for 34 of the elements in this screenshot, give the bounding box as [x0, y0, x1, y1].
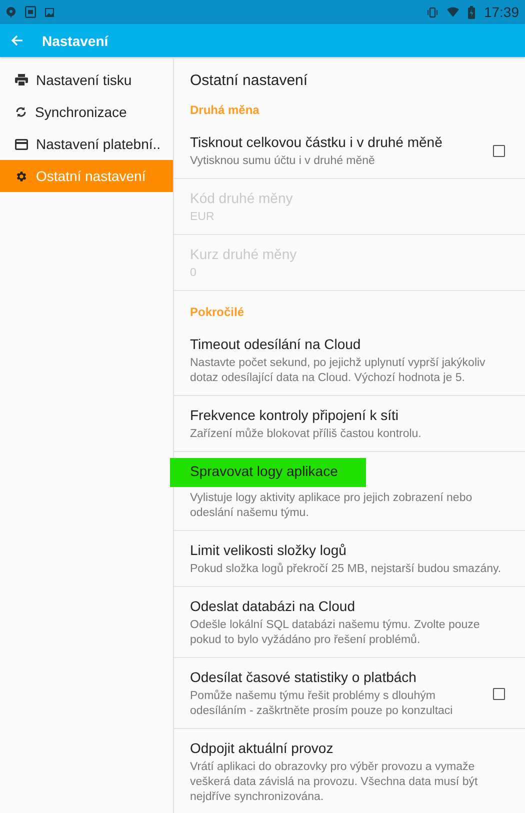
- sync-icon: [15, 106, 27, 118]
- checkbox[interactable]: [493, 145, 505, 157]
- section-header: Pokročilé: [189, 304, 246, 321]
- section-header: Druhá měna: [189, 102, 260, 119]
- gear-icon: [15, 170, 28, 182]
- image-icon: [45, 8, 54, 16]
- sidebar-item[interactable]: Nastavení platební..: [0, 128, 173, 160]
- setting-summary: Vylistuje logy aktivity aplikace pro jejich zobrazení nebo odeslání našemu týmu.: [190, 491, 474, 521]
- setting-title[interactable]: Odpojit aktuální provoz: [190, 739, 334, 758]
- sidebar-item[interactable]: Nastavení tisku: [0, 64, 173, 96]
- vibrate-icon: [426, 6, 438, 18]
- setting-title[interactable]: Tisknout celkovou částku i v druhé měně: [190, 133, 442, 152]
- setting-title[interactable]: Spravovat logy aplikace: [170, 458, 366, 487]
- setting-summary: Zařízení může blokovat příliš častou kontrolu.: [190, 427, 422, 442]
- setting-title[interactable]: Timeout odesílání na Cloud: [190, 335, 361, 354]
- setting-summary: Odešle lokální SQL databázi našemu týmu. Zvolte pouze pokud to bylo vyžádáno pro řešení problémů.: [190, 618, 481, 648]
- wifi-icon: [446, 7, 459, 17]
- printer-icon: [15, 74, 28, 86]
- setting-title[interactable]: Odeslat databázi na Cloud: [190, 597, 355, 616]
- setting-summary: Vrátí aplikaci do obrazovky pro výběr provozu a vymaže veškerá data závislá na provozu. Všechna data musí být nejdříve synchronizována.: [190, 760, 479, 805]
- sidebar-item[interactable]: Synchronizace: [0, 96, 173, 128]
- checkbox[interactable]: [493, 688, 505, 700]
- setting-title[interactable]: Odesílat časové statistiky o platbách: [190, 668, 416, 687]
- setting-title[interactable]: Frekvence kontroly připojení k síti: [190, 406, 399, 425]
- setting-title[interactable]: Limit velikosti složky logů: [190, 541, 346, 560]
- card-icon: [15, 138, 28, 150]
- setting-summary: Pomůže našemu týmu řešit problémy s dlouhým odesíláním - zaškrtněte prosím pouze po konzultaci: [190, 689, 454, 719]
- setting-summary: Pokud složka logů překročí 25 MB, nejstarší budou smazány.: [190, 562, 502, 577]
- window-title: Nastavení: [42, 32, 108, 48]
- setting-summary: Vytisknou sumu účtu i v druhé měně: [190, 154, 376, 169]
- page-heading: Ostatní nastavení: [189, 71, 309, 89]
- clock: 17:39: [484, 4, 519, 20]
- battery-icon: [468, 6, 475, 18]
- setting-summary: Nastavte počet sekund, po jejichž uplynutí vyprší jakýkoliv dotaz odesílající data na Cloud. Výchozí hodnota je 5.: [190, 356, 486, 386]
